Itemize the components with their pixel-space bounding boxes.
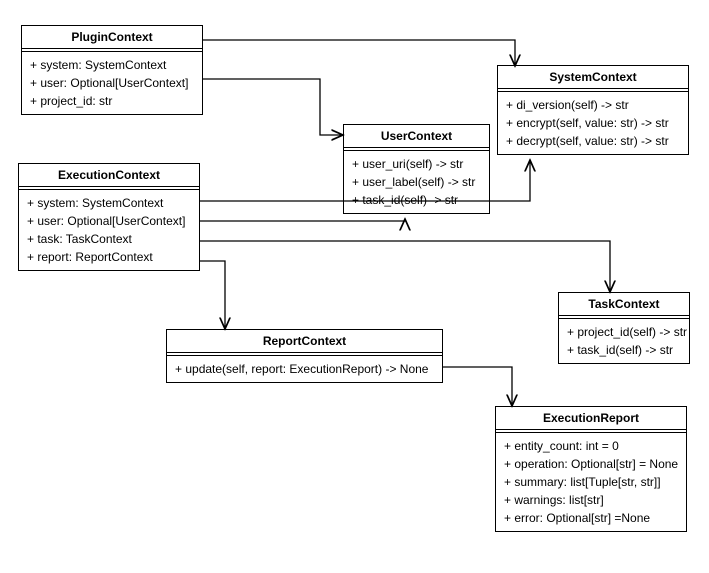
class-reportcontext: ReportContext + update(self, report: Exe…	[166, 329, 443, 383]
class-member: + system: SystemContext	[27, 194, 191, 212]
class-title: SystemContext	[498, 66, 688, 89]
class-body: + project_id(self) -> str + task_id(self…	[559, 319, 689, 363]
uml-diagram: PluginContext + system: SystemContext + …	[0, 0, 709, 573]
class-member: + task_id(self) -> str	[567, 341, 681, 359]
class-member: + error: Optional[str] =None	[504, 509, 678, 527]
class-taskcontext: TaskContext + project_id(self) -> str + …	[558, 292, 690, 364]
class-member: + project_id(self) -> str	[567, 323, 681, 341]
class-member: + entity_count: int = 0	[504, 437, 678, 455]
class-member: + user_uri(self) -> str	[352, 155, 481, 173]
class-plugincontext: PluginContext + system: SystemContext + …	[21, 25, 203, 115]
class-title: ExecutionReport	[496, 407, 686, 430]
class-member: + user_label(self) -> str	[352, 173, 481, 191]
class-body: + system: SystemContext + user: Optional…	[19, 190, 199, 270]
class-member: + system: SystemContext	[30, 56, 194, 74]
class-systemcontext: SystemContext + di_version(self) -> str …	[497, 65, 689, 155]
class-member: + operation: Optional[str] = None	[504, 455, 678, 473]
class-body: + entity_count: int = 0 + operation: Opt…	[496, 433, 686, 531]
class-executioncontext: ExecutionContext + system: SystemContext…	[18, 163, 200, 271]
class-executionreport: ExecutionReport + entity_count: int = 0 …	[495, 406, 687, 532]
class-title: TaskContext	[559, 293, 689, 316]
class-member: + update(self, report: ExecutionReport) …	[175, 360, 434, 378]
class-title: UserContext	[344, 125, 489, 148]
class-member: + warnings: list[str]	[504, 491, 678, 509]
class-member: + report: ReportContext	[27, 248, 191, 266]
class-member: + decrypt(self, value: str) -> str	[506, 132, 680, 150]
class-body: + update(self, report: ExecutionReport) …	[167, 356, 442, 382]
class-body: + di_version(self) -> str + encrypt(self…	[498, 92, 688, 154]
class-usercontext: UserContext + user_uri(self) -> str + us…	[343, 124, 490, 214]
class-member: + summary: list[Tuple[str, str]]	[504, 473, 678, 491]
class-body: + system: SystemContext + user: Optional…	[22, 52, 202, 114]
class-title: ExecutionContext	[19, 164, 199, 187]
class-member: + di_version(self) -> str	[506, 96, 680, 114]
class-body: + user_uri(self) -> str + user_label(sel…	[344, 151, 489, 213]
class-member: + task_id(self) -> str	[352, 191, 481, 209]
class-member: + project_id: str	[30, 92, 194, 110]
class-member: + user: Optional[UserContext]	[27, 212, 191, 230]
class-member: + task: TaskContext	[27, 230, 191, 248]
class-title: PluginContext	[22, 26, 202, 49]
class-member: + user: Optional[UserContext]	[30, 74, 194, 92]
class-member: + encrypt(self, value: str) -> str	[506, 114, 680, 132]
class-title: ReportContext	[167, 330, 442, 353]
